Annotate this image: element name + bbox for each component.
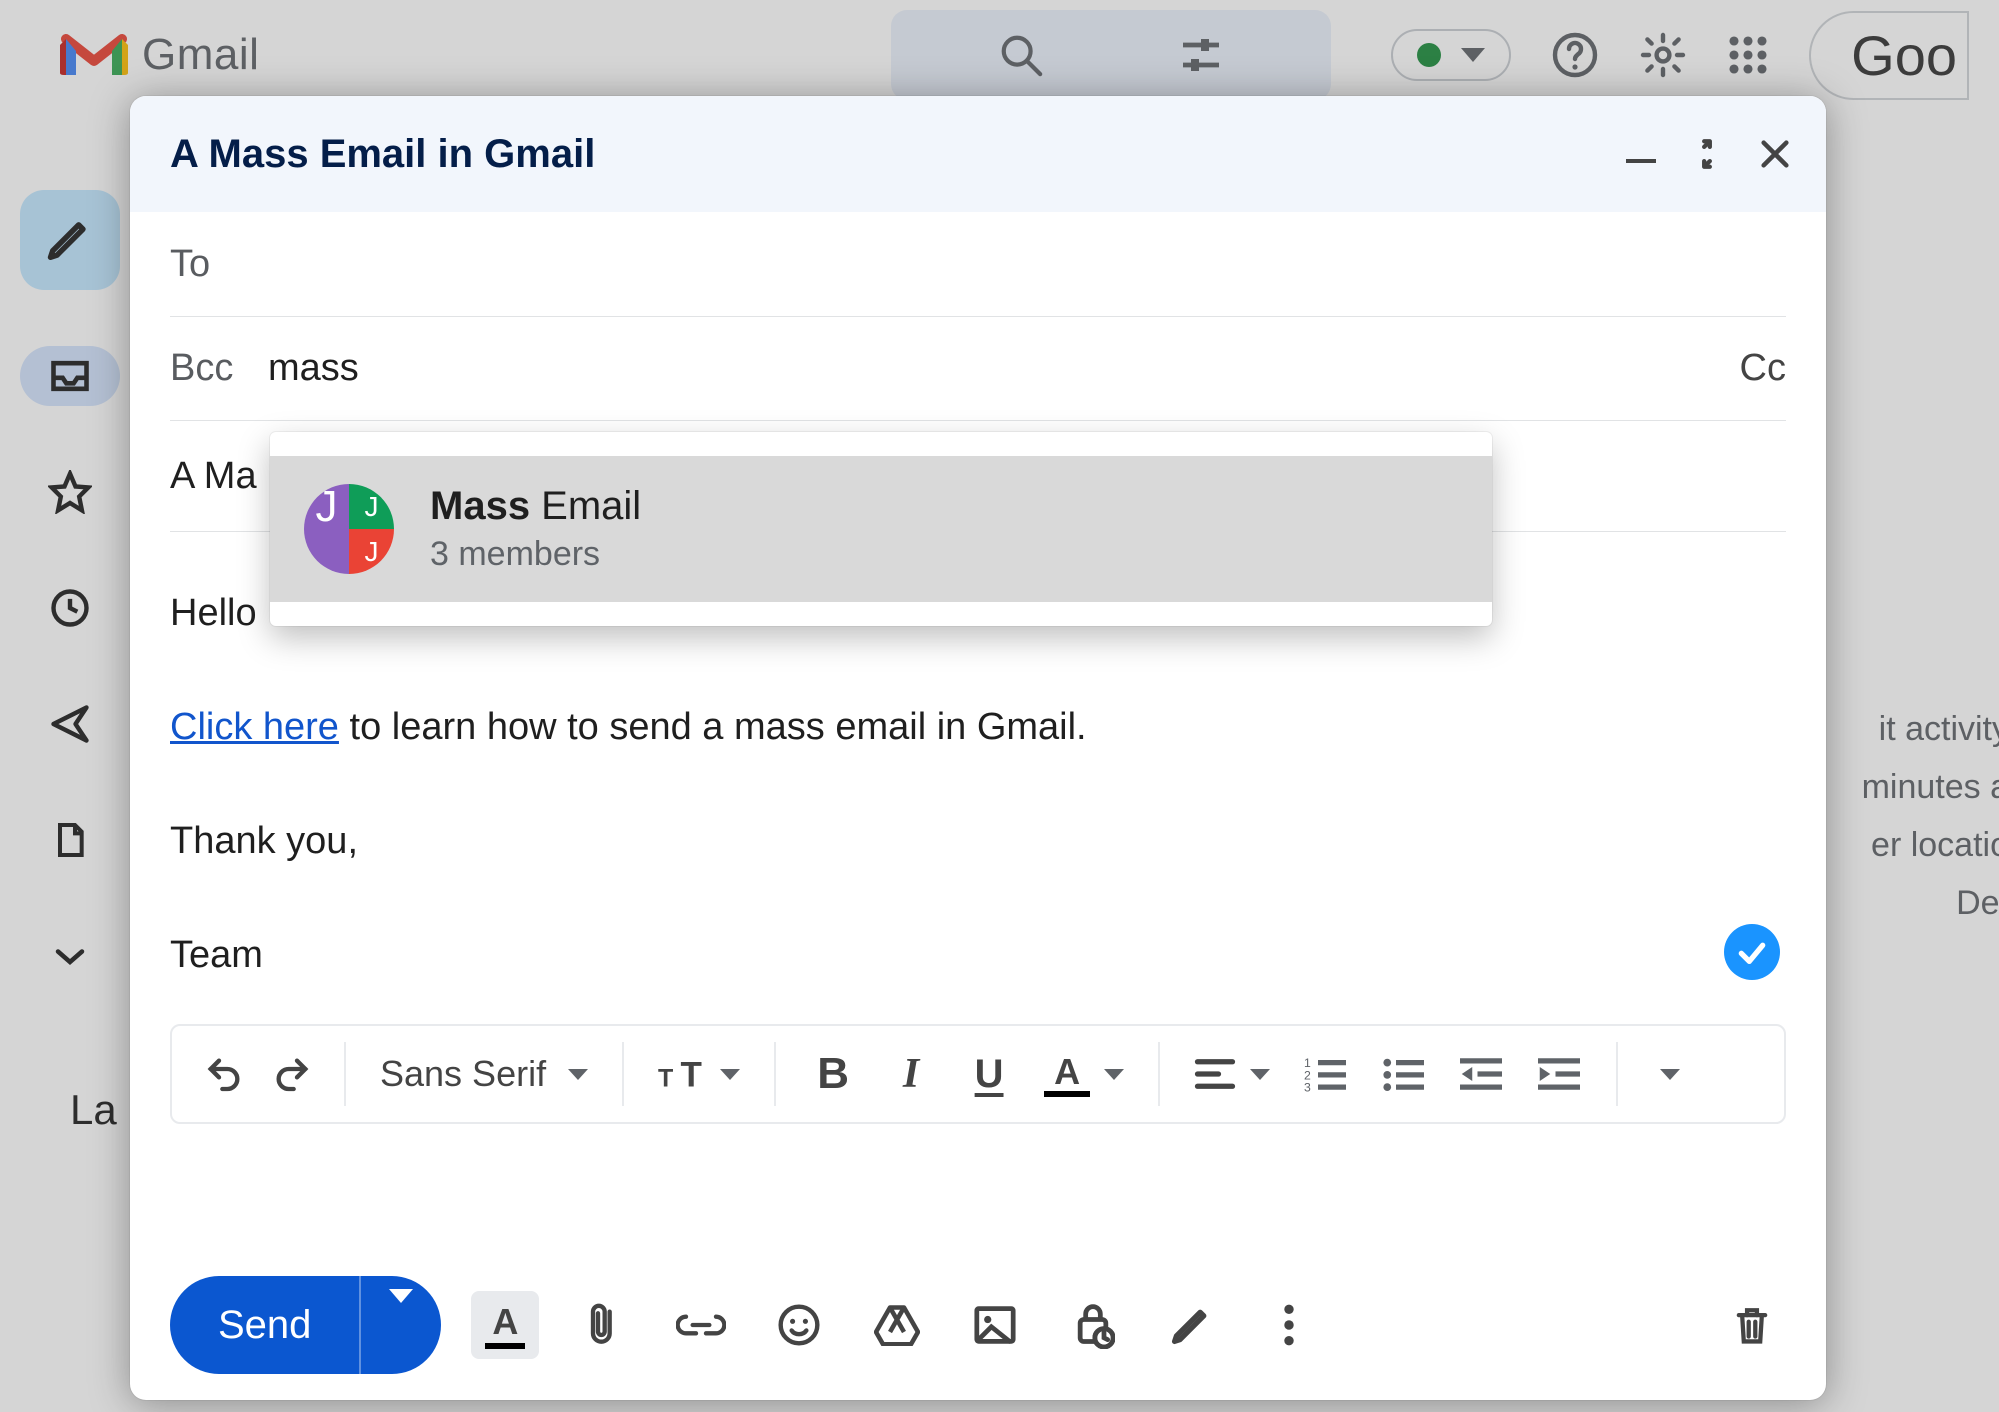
send-options-toggle[interactable] — [361, 1303, 441, 1348]
send-button[interactable]: Send — [170, 1276, 441, 1374]
insert-photo-icon[interactable] — [961, 1291, 1029, 1359]
chevron-down-icon — [1104, 1069, 1124, 1080]
settings-gear-icon[interactable] — [1639, 31, 1687, 79]
svg-text:T: T — [681, 1056, 702, 1095]
numbered-list-button[interactable]: 123 — [1288, 1042, 1362, 1106]
body-hello: Hello — [170, 592, 257, 634]
body-after-link: to learn how to send a mass email in Gma… — [339, 706, 1087, 748]
google-account-partial[interactable]: Goo — [1809, 11, 1969, 100]
subject-fragment: A Ma — [170, 455, 257, 498]
status-active-dot — [1417, 43, 1441, 67]
underline-button[interactable]: U — [952, 1042, 1026, 1106]
activity-fragment-2: minutes a — [1862, 758, 1999, 816]
chevron-down-icon — [720, 1069, 740, 1080]
insert-emoji-icon[interactable] — [765, 1291, 833, 1359]
undo-button[interactable] — [192, 1042, 256, 1106]
confidential-mode-icon[interactable] — [1059, 1291, 1127, 1359]
search-bar[interactable] — [891, 10, 1331, 100]
autocomplete-subtitle: 3 members — [430, 535, 641, 574]
svg-text:T: T — [658, 1065, 673, 1093]
close-button[interactable] — [1758, 137, 1792, 171]
contact-autocomplete-popup: J J J Mass Email 3 members — [270, 432, 1492, 626]
minimize-button[interactable] — [1626, 145, 1656, 163]
to-label: To — [170, 243, 252, 286]
insert-drive-icon[interactable] — [863, 1291, 931, 1359]
font-family-select[interactable]: Sans Serif — [366, 1042, 602, 1106]
body-team: Team — [170, 934, 263, 976]
sidebar-drafts[interactable] — [20, 810, 120, 870]
autocomplete-rest: Email — [530, 484, 641, 528]
send-label: Send — [170, 1303, 359, 1348]
bulleted-list-button[interactable] — [1366, 1042, 1440, 1106]
autocomplete-match: Mass — [430, 484, 530, 528]
sidebar-snoozed[interactable] — [20, 578, 120, 638]
bcc-row: Bcc Cc — [170, 316, 1786, 420]
chevron-down-icon — [1250, 1069, 1270, 1080]
help-icon[interactable] — [1551, 31, 1599, 79]
gmail-name: Gmail — [142, 30, 259, 80]
cc-toggle[interactable]: Cc — [1740, 347, 1786, 390]
compose-button[interactable] — [20, 190, 120, 290]
autocomplete-item[interactable]: J J J Mass Email 3 members — [270, 456, 1492, 602]
chevron-down-icon — [1660, 1069, 1680, 1080]
to-row[interactable]: To — [170, 212, 1786, 316]
restore-size-button[interactable] — [1690, 137, 1724, 171]
body-link[interactable]: Click here — [170, 706, 339, 748]
insert-signature-icon[interactable] — [1157, 1291, 1225, 1359]
chevron-down-icon — [1461, 48, 1485, 62]
avatar-initial: J — [316, 484, 338, 532]
activity-fragment-1: it activity — [1862, 700, 1999, 758]
formatting-toolbar: Sans Serif TT B I U A — [170, 1024, 1786, 1124]
compose-action-bar: Send A — [130, 1250, 1826, 1400]
more-formatting-button[interactable] — [1638, 1042, 1702, 1106]
indent-less-button[interactable] — [1444, 1042, 1518, 1106]
font-size-select[interactable]: TT — [644, 1042, 754, 1106]
gmail-logo[interactable]: Gmail — [60, 29, 259, 81]
status-pill[interactable] — [1391, 29, 1511, 81]
sidebar-inbox[interactable] — [20, 346, 120, 406]
sidebar-sent[interactable] — [20, 694, 120, 754]
spellcheck-badge[interactable] — [1724, 924, 1780, 980]
align-button[interactable] — [1180, 1042, 1284, 1106]
text-color-button[interactable]: A — [1030, 1042, 1138, 1106]
indent-more-button[interactable] — [1522, 1042, 1596, 1106]
bold-button[interactable]: B — [796, 1042, 870, 1106]
search-options-icon[interactable] — [1177, 31, 1225, 79]
apps-grid-icon[interactable] — [1727, 34, 1769, 76]
formatting-toggle-icon[interactable]: A — [471, 1291, 539, 1359]
insert-link-icon[interactable] — [667, 1291, 735, 1359]
labels-heading-partial: La — [70, 1086, 117, 1134]
body-thank-you: Thank you, — [170, 820, 358, 862]
redo-button[interactable] — [260, 1042, 324, 1106]
compose-dialog: A Mass Email in Gmail To Bcc Cc A Ma Hel… — [130, 96, 1826, 1400]
italic-button[interactable]: I — [874, 1042, 948, 1106]
attach-file-icon[interactable] — [569, 1291, 637, 1359]
bcc-input[interactable] — [266, 346, 1740, 391]
sidebar-starred[interactable] — [20, 462, 120, 522]
group-avatar-icon: J J J — [304, 484, 394, 574]
gmail-m-icon — [60, 29, 128, 81]
activity-fragment-4: Det — [1862, 874, 1999, 932]
sidebar-more[interactable] — [20, 926, 120, 986]
svg-text:3: 3 — [1304, 1081, 1311, 1093]
discard-draft-icon[interactable] — [1718, 1291, 1786, 1359]
chevron-down-icon — [568, 1069, 588, 1080]
bcc-label: Bcc — [170, 347, 252, 390]
activity-fragment-3: er locatio — [1862, 816, 1999, 874]
font-family-label: Sans Serif — [380, 1053, 546, 1095]
more-options-icon[interactable] — [1255, 1291, 1323, 1359]
compose-title: A Mass Email in Gmail — [170, 132, 595, 177]
search-icon — [998, 32, 1044, 78]
compose-header: A Mass Email in Gmail — [130, 96, 1826, 212]
